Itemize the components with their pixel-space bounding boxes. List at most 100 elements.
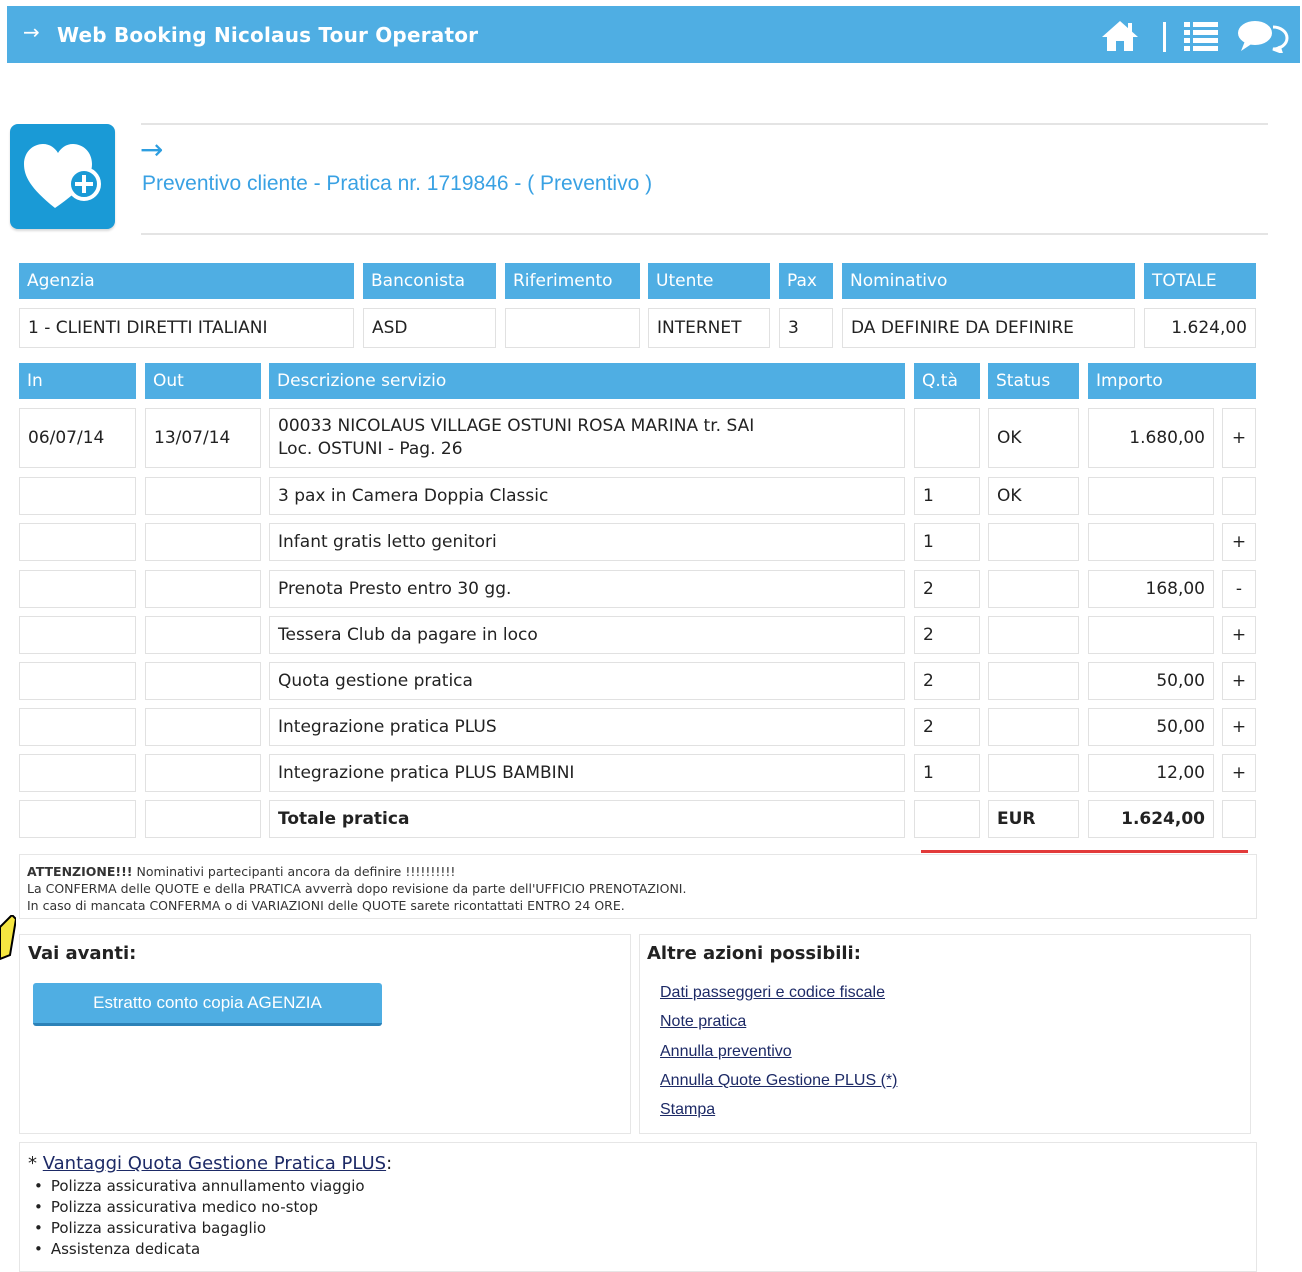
col-out: Out	[145, 363, 261, 399]
col-agenzia: Agenzia	[19, 263, 354, 299]
table-row-desc: Infant gratis letto genitori	[269, 523, 905, 561]
table-row-status	[988, 616, 1079, 654]
other-actions-panel	[639, 934, 1251, 1134]
link-notes[interactable]: Note pratica	[660, 1013, 746, 1031]
table-row-out: 13/07/14	[145, 408, 261, 468]
list-item: Assistenza dedicata	[34, 1239, 365, 1260]
desc-line-1: 00033 NICOLAUS VILLAGE OSTUNI ROSA MARIN…	[278, 416, 755, 436]
table-row-sign: +	[1222, 662, 1256, 700]
app-title: Web Booking Nicolaus Tour Operator	[57, 23, 479, 47]
col-banconista: Banconista	[363, 263, 496, 299]
table-row-out	[145, 754, 261, 792]
link-cancel-plus[interactable]: Annulla Quote Gestione PLUS (*)	[660, 1072, 897, 1090]
arrow-right-icon: →	[140, 133, 164, 166]
statement-agency-button[interactable]: Estratto conto copia AGENZIA	[33, 983, 382, 1026]
table-row-sign: +	[1222, 708, 1256, 746]
chat-icon[interactable]	[1235, 19, 1291, 53]
list-item: Polizza assicurativa annullamento viaggi…	[34, 1176, 365, 1197]
table-row-sign: -	[1222, 570, 1256, 608]
divider	[1163, 22, 1166, 52]
table-row-out	[145, 523, 261, 561]
table-row-in	[19, 708, 136, 746]
summary-riferimento	[505, 308, 640, 348]
heart-plus-icon	[10, 124, 115, 229]
table-row-status: OK	[988, 408, 1079, 468]
link-cancel-quote[interactable]: Annulla preventivo	[660, 1043, 792, 1061]
table-row-desc: Quota gestione pratica	[269, 662, 905, 700]
notice-line-1: ATTENZIONE!!! Nominativi partecipanti an…	[27, 863, 1249, 880]
col-status: Status	[988, 363, 1079, 399]
list-item: Polizza assicurativa medico no-stop	[34, 1197, 365, 1218]
next-panel	[19, 934, 631, 1134]
pointer-marker-icon	[0, 915, 16, 960]
col-pax: Pax	[779, 263, 833, 299]
total-row-qty	[914, 800, 980, 838]
notice-attention-text: Nominativi partecipanti ancora da defini…	[132, 864, 456, 879]
table-row-sign: +	[1222, 754, 1256, 792]
table-row-status	[988, 570, 1079, 608]
table-row-desc: Integrazione pratica PLUS BAMBINI	[269, 754, 905, 792]
table-row-desc: 00033 NICOLAUS VILLAGE OSTUNI ROSA MARIN…	[269, 408, 905, 468]
table-row-qty	[914, 408, 980, 468]
link-print[interactable]: Stampa	[660, 1101, 715, 1119]
footnote-prefix: *	[28, 1153, 43, 1174]
notice-box: ATTENZIONE!!! Nominativi partecipanti an…	[19, 854, 1257, 919]
table-row-amount: 50,00	[1088, 708, 1214, 746]
col-in: In	[19, 363, 136, 399]
table-row-status	[988, 754, 1079, 792]
table-row-amount: 168,00	[1088, 570, 1214, 608]
notice-attention: ATTENZIONE!!!	[27, 864, 133, 879]
summary-banconista: ASD	[363, 308, 496, 348]
summary-pax: 3	[779, 308, 833, 348]
summary-utente: INTERNET	[648, 308, 770, 348]
table-row-amount: 50,00	[1088, 662, 1214, 700]
total-currency: EUR	[988, 800, 1079, 838]
summary-totale: 1.624,00	[1144, 308, 1256, 348]
table-row-sign: +	[1222, 523, 1256, 561]
table-row-qty: 1	[914, 477, 980, 515]
total-row-in	[19, 800, 136, 838]
table-row-out	[145, 708, 261, 746]
table-row-desc: Tessera Club da pagare in loco	[269, 616, 905, 654]
plus-benefits-box: * Vantaggi Quota Gestione Pratica PLUS: …	[19, 1142, 1257, 1272]
table-row-desc: 3 pax in Camera Doppia Classic	[269, 477, 905, 515]
summary-agenzia: 1 - CLIENTI DIRETTI ITALIANI	[19, 308, 354, 348]
table-row-in	[19, 662, 136, 700]
desc-line-2: Loc. OSTUNI - Pag. 26	[278, 439, 463, 459]
table-row-amount: 12,00	[1088, 754, 1214, 792]
table-row-desc: Prenota Presto entro 30 gg.	[269, 570, 905, 608]
table-row-sign	[1222, 477, 1256, 515]
footnote-suffix: :	[386, 1153, 393, 1174]
col-descrizione: Descrizione servizio	[269, 363, 905, 399]
table-row-status	[988, 523, 1079, 561]
table-row-out	[145, 477, 261, 515]
table-row-qty: 2	[914, 708, 980, 746]
table-row-amount	[1088, 523, 1214, 561]
home-icon[interactable]	[1100, 19, 1140, 53]
table-row-status	[988, 662, 1079, 700]
top-bar: → Web Booking Nicolaus Tour Operator	[7, 6, 1300, 63]
col-qta: Q.tà	[914, 363, 980, 399]
table-row-in	[19, 754, 136, 792]
col-riferimento: Riferimento	[505, 263, 640, 299]
plus-benefits-title: * Vantaggi Quota Gestione Pratica PLUS:	[28, 1153, 392, 1174]
link-passenger-data[interactable]: Dati passeggeri e codice fiscale	[660, 984, 885, 1002]
notice-line-2: La CONFERMA delle QUOTE e della PRATICA …	[27, 881, 687, 896]
table-row-qty: 2	[914, 570, 980, 608]
header-divider-top	[141, 123, 1268, 125]
table-row-qty: 2	[914, 616, 980, 654]
arrow-right-icon: →	[23, 20, 40, 44]
table-row-in	[19, 570, 136, 608]
total-row-sign	[1222, 800, 1256, 838]
next-title: Vai avanti:	[28, 943, 137, 964]
table-row-in: 06/07/14	[19, 408, 136, 468]
plus-benefits-link[interactable]: Vantaggi Quota Gestione Pratica PLUS	[43, 1153, 386, 1174]
table-row-in	[19, 616, 136, 654]
list-icon[interactable]	[1183, 19, 1219, 53]
col-utente: Utente	[648, 263, 770, 299]
col-nominativo: Nominativo	[842, 263, 1135, 299]
plus-benefits-list: Polizza assicurativa annullamento viaggi…	[34, 1176, 365, 1260]
list-item: Polizza assicurativa bagaglio	[34, 1218, 365, 1239]
table-row-in	[19, 477, 136, 515]
other-actions-title: Altre azioni possibili:	[647, 943, 861, 964]
